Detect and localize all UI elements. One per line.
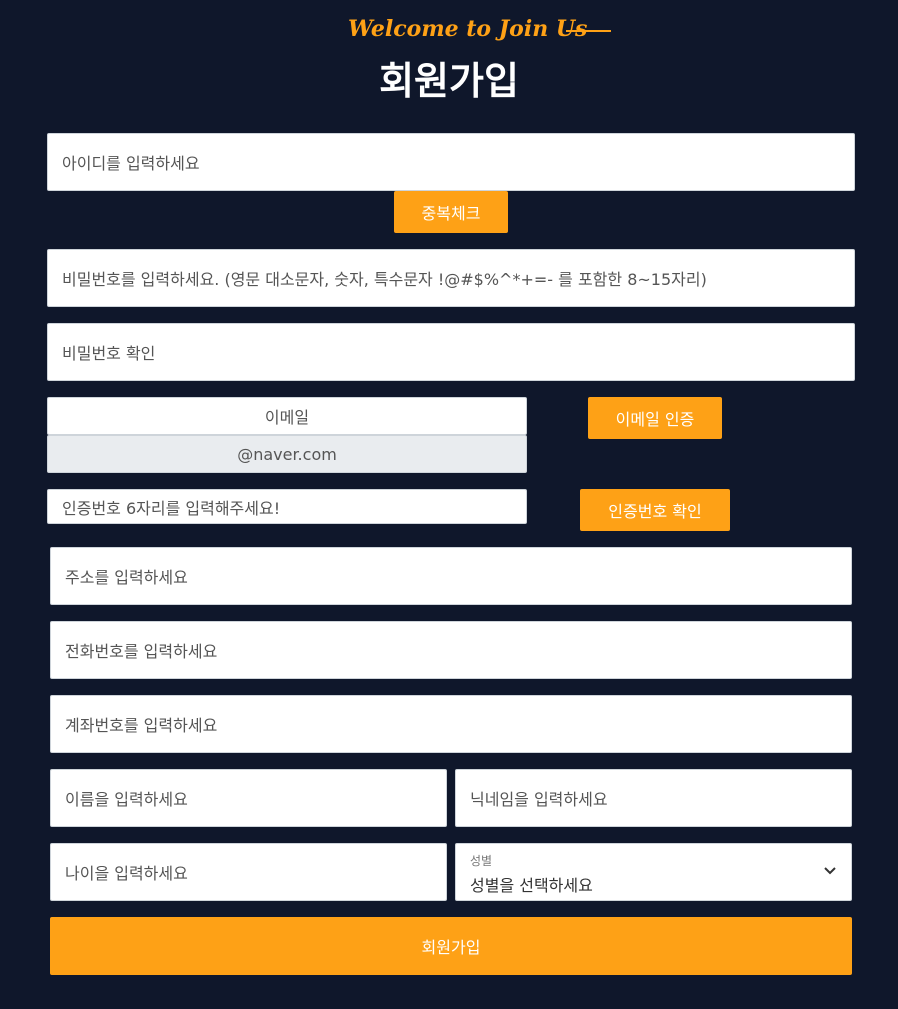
code-confirm-button[interactable]: 인증번호 확인 (580, 489, 730, 531)
address-input[interactable]: 주소를 입력하세요 (50, 547, 852, 605)
account-input[interactable]: 계좌번호를 입력하세요 (50, 695, 852, 753)
gender-select-label: 성별 (470, 854, 493, 868)
nickname-input[interactable]: 닉네임을 입력하세요 (455, 769, 852, 827)
welcome-subtitle: Welcome to Join Us (348, 16, 588, 42)
page-header: Welcome to Join Us 회원가입 (0, 0, 898, 120)
email-domain-field: @naver.com (47, 435, 527, 473)
verification-code-input[interactable]: 인증번호 6자리를 입력해주세요! (47, 489, 527, 524)
gender-select-value: 성별을 선택하세요 (470, 876, 593, 895)
password-input[interactable]: 비밀번호를 입력하세요. (영문 대소문자, 숫자, 특수문자 !@#$%^*+… (47, 249, 855, 307)
dup-check-button[interactable]: 중복체크 (394, 191, 508, 233)
email-verify-button[interactable]: 이메일 인증 (588, 397, 722, 439)
name-input[interactable]: 이름을 입력하세요 (50, 769, 447, 827)
signup-submit-button[interactable]: 회원가입 (50, 917, 852, 975)
chevron-down-icon (824, 867, 836, 875)
password-confirm-input[interactable]: 비밀번호 확인 (47, 323, 855, 381)
welcome-divider (566, 30, 611, 32)
id-input[interactable]: 아이디를 입력하세요 (47, 133, 855, 191)
page-title: 회원가입 (379, 59, 519, 103)
email-input[interactable]: 이메일 (47, 397, 527, 435)
gender-select[interactable]: 성별 성별을 선택하세요 (455, 843, 852, 901)
phone-input[interactable]: 전화번호를 입력하세요 (50, 621, 852, 679)
age-input[interactable]: 나이을 입력하세요 (50, 843, 447, 901)
